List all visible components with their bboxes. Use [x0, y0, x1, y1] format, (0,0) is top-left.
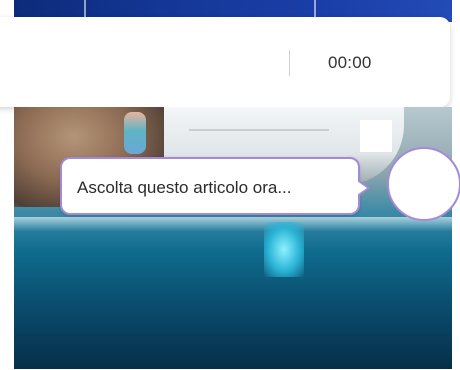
listen-tooltip: Ascolta questo articolo ora... — [60, 157, 370, 215]
audio-player-bar: 00:00 — [0, 17, 450, 107]
player-time: 00:00 — [328, 53, 372, 72]
photo-waterline — [14, 217, 452, 231]
photo-overlay-square — [360, 120, 392, 152]
tooltip-text: Ascolta questo articolo ora... — [77, 178, 292, 197]
player-divider — [289, 50, 290, 76]
photo-underwater-light — [264, 222, 304, 277]
play-button[interactable] — [387, 147, 460, 221]
photo-boat-rail — [189, 107, 329, 131]
photo-person — [124, 112, 146, 154]
